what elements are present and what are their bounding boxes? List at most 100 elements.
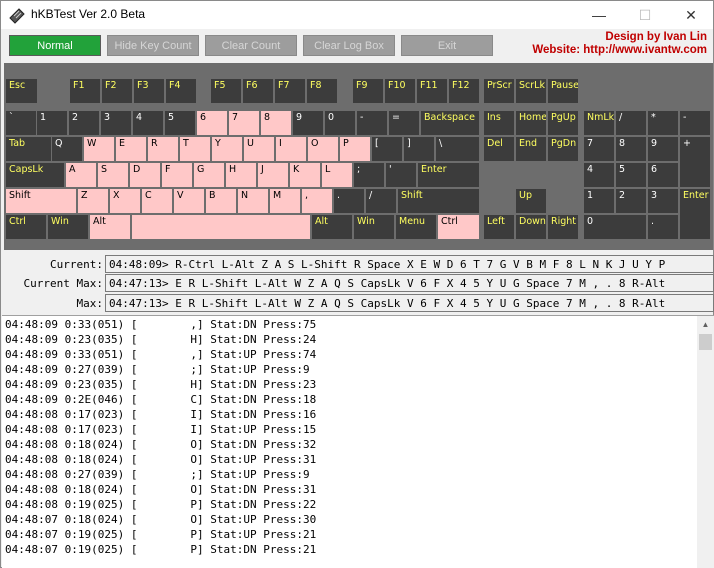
- key-9: 9: [293, 111, 323, 135]
- key-f4: F4: [166, 79, 196, 103]
- key-semicolon: ;: [354, 163, 384, 187]
- log-line: 04:48:07 0:18(024) [ O] Stat:UP Press:30: [5, 513, 317, 526]
- key-x: X: [110, 189, 140, 213]
- key-v: V: [174, 189, 204, 213]
- key-left-alt: Alt: [90, 215, 130, 239]
- normal-button[interactable]: Normal: [9, 35, 101, 56]
- key-z: Z: [78, 189, 108, 213]
- key-numpad-0: 0: [584, 215, 646, 239]
- key-period: .: [334, 189, 364, 213]
- key-comma: ,: [302, 189, 332, 213]
- current-label: Current:: [50, 258, 103, 271]
- key-space: [132, 215, 310, 239]
- key-minus: -: [357, 111, 387, 135]
- log-list: 04:48:09 0:33(051) [ ,] Stat:DN Press:75…: [5, 317, 695, 557]
- key-right-win: Win: [354, 215, 394, 239]
- key-f1: F1: [70, 79, 100, 103]
- log-line: 04:48:09 0:27(039) [ ;] Stat:UP Press:9: [5, 363, 310, 376]
- key-slash: /: [366, 189, 396, 213]
- log-line: 04:48:08 0:27(039) [ ;] Stat:UP Press:9: [5, 468, 310, 481]
- key-numlk: NmLk: [584, 111, 614, 135]
- app-window: hKBTest Ver 2.0 Beta — ☐ ✕ Normal Hide K…: [0, 0, 714, 568]
- keyboard-map: Esc F1 F2 F3 F4 F5 F6 F7 F8 F9 F10 F11 F…: [4, 63, 713, 250]
- current-max-label: Current Max:: [23, 277, 103, 290]
- title-bar: hKBTest Ver 2.0 Beta — ☐ ✕: [1, 1, 713, 29]
- key-left-bracket: [: [372, 137, 402, 161]
- key-0: 0: [325, 111, 355, 135]
- key-esc: Esc: [6, 79, 37, 103]
- key-g: G: [194, 163, 224, 187]
- key-numpad-3: 3: [648, 189, 678, 213]
- key-2: 2: [69, 111, 99, 135]
- key-p: P: [340, 137, 370, 161]
- window-title: hKBTest Ver 2.0 Beta: [31, 7, 146, 21]
- key-enter: Enter: [418, 163, 479, 187]
- key-numpad-divide: /: [616, 111, 646, 135]
- key-f8: F8: [307, 79, 337, 103]
- clear-log-box-button[interactable]: Clear Log Box: [303, 35, 395, 56]
- current-field: 04:48:09> R-Ctrl L-Alt Z A S L-Shift R S…: [105, 255, 714, 273]
- key-c: C: [142, 189, 172, 213]
- log-line: 04:48:08 0:18(024) [ O] Stat:UP Press:31: [5, 453, 317, 466]
- key-f5: F5: [211, 79, 241, 103]
- key-u: U: [244, 137, 274, 161]
- scroll-up-arrow-icon[interactable]: ▲: [697, 316, 714, 333]
- key-j: J: [258, 163, 288, 187]
- key-numpad-6: 6: [648, 163, 678, 187]
- key-m: M: [270, 189, 300, 213]
- minimize-button[interactable]: —: [576, 1, 622, 29]
- key-w: W: [84, 137, 114, 161]
- key-capslock: CapsLk: [6, 163, 64, 187]
- key-prscr: PrScr: [484, 79, 514, 103]
- key-scrlk: ScrLk: [516, 79, 546, 103]
- key-right-bracket: ]: [404, 137, 434, 161]
- exit-button[interactable]: Exit: [401, 35, 493, 56]
- close-button[interactable]: ✕: [668, 1, 714, 29]
- key-n: N: [238, 189, 268, 213]
- log-line: 04:48:08 0:17(023) [ I] Stat:DN Press:16: [5, 408, 317, 421]
- log-line: 04:48:07 0:19(025) [ P] Stat:DN Press:21: [5, 543, 317, 556]
- hide-key-count-button[interactable]: Hide Key Count: [107, 35, 199, 56]
- clear-count-button[interactable]: Clear Count: [205, 35, 297, 56]
- key-f7: F7: [275, 79, 305, 103]
- key-backspace: Backspace: [421, 111, 479, 135]
- key-4: 4: [133, 111, 163, 135]
- key-down: Down: [516, 215, 546, 239]
- key-7: 7: [229, 111, 259, 135]
- key-e: E: [116, 137, 146, 161]
- log-line: 04:48:09 0:33(051) [ ,] Stat:DN Press:75: [5, 318, 317, 331]
- key-numpad-subtract: -: [680, 111, 710, 135]
- key-l: L: [322, 163, 352, 187]
- key-f: F: [162, 163, 192, 187]
- log-scrollbar[interactable]: ▲: [697, 316, 714, 568]
- key-k: K: [290, 163, 320, 187]
- key-pause: Pause: [548, 79, 578, 103]
- max-label: Max:: [76, 297, 104, 310]
- key-numpad-5: 5: [616, 163, 646, 187]
- log-line: 04:48:08 0:18(024) [ O] Stat:DN Press:31: [5, 483, 317, 496]
- scroll-thumb[interactable]: [699, 334, 712, 350]
- key-right-alt: Alt: [312, 215, 352, 239]
- key-backslash: \: [436, 137, 479, 161]
- key-numpad-9: 9: [648, 137, 678, 161]
- key-right-shift: Shift: [398, 189, 479, 213]
- key-del: Del: [484, 137, 514, 161]
- key-5: 5: [165, 111, 195, 135]
- key-f2: F2: [102, 79, 132, 103]
- key-home: Home: [516, 111, 546, 135]
- log-line: 04:48:07 0:19(025) [ P] Stat:UP Press:21: [5, 528, 317, 541]
- key-y: Y: [212, 137, 242, 161]
- log-line: 04:48:09 0:23(035) [ H] Stat:DN Press:24: [5, 333, 317, 346]
- key-ins: Ins: [484, 111, 514, 135]
- key-numpad-decimal: .: [648, 215, 678, 239]
- key-numpad-enter: Enter: [680, 189, 710, 239]
- key-right: Right: [548, 215, 578, 239]
- key-numpad-7: 7: [584, 137, 614, 161]
- design-credit: Design by Ivan Lin: [605, 31, 707, 43]
- log-line: 04:48:08 0:19(025) [ P] Stat:DN Press:22: [5, 498, 317, 511]
- maximize-button[interactable]: ☐: [622, 1, 668, 29]
- key-b: B: [206, 189, 236, 213]
- max-field: 04:47:13> E R L-Shift L-Alt W Z A Q S Ca…: [105, 294, 714, 312]
- key-f12: F12: [449, 79, 479, 103]
- log-box[interactable]: 04:48:09 0:33(051) [ ,] Stat:DN Press:75…: [2, 315, 714, 568]
